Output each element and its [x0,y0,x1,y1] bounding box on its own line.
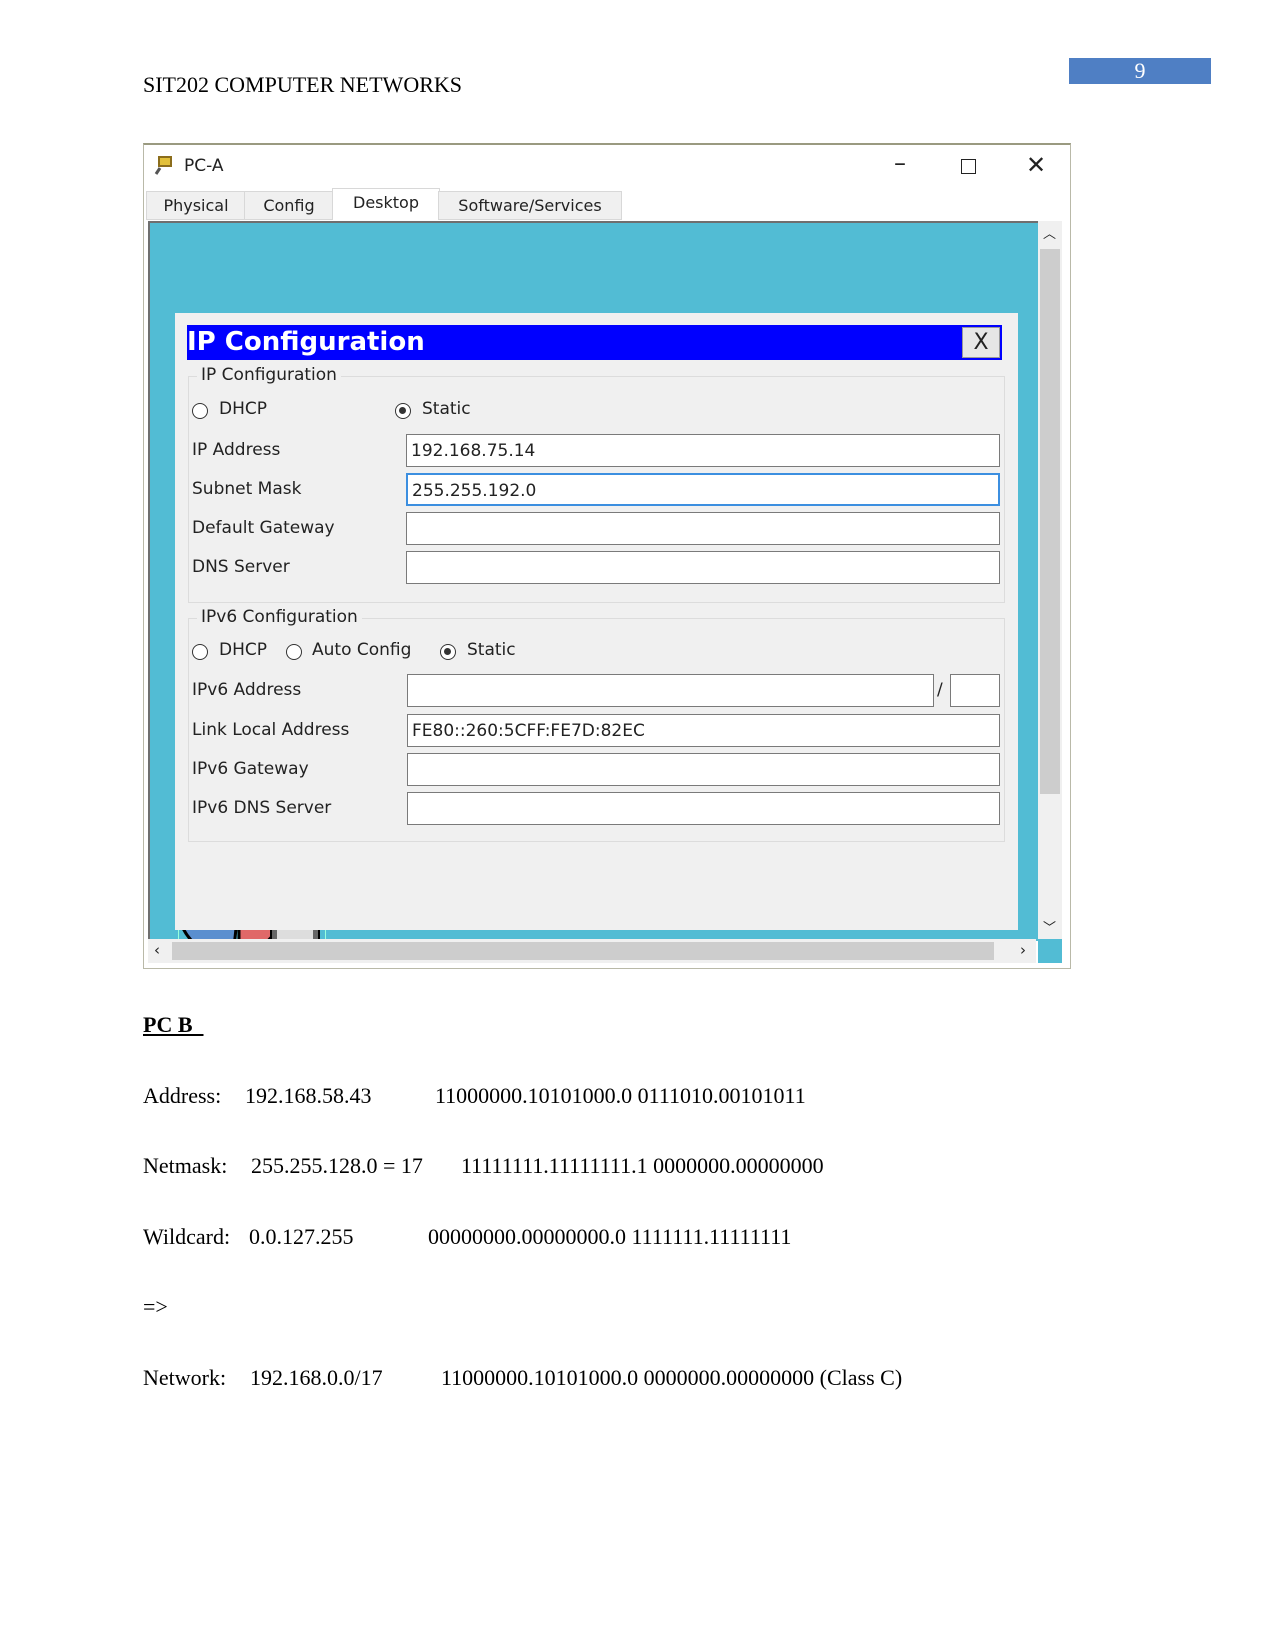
minimize-button[interactable]: – [894,149,906,177]
scroll-right-icon[interactable]: › [1020,941,1026,959]
default-gateway-input[interactable] [406,512,1000,545]
document-page: SIT202 COMPUTER NETWORKS 9 PC-A – ✕ Phys… [0,0,1275,1650]
pc-app-icon [154,154,176,176]
link-local-label: Link Local Address [192,720,350,740]
page-number: 9 [1069,58,1211,84]
ipv6-dns-label: IPv6 DNS Server [192,798,332,818]
netmask-binary: 11111111.11111111.1 0000000.00000000 [461,1153,824,1178]
address-binary: 11000000.10101000.0 0111010.00101011 [435,1083,806,1108]
vertical-scrollbar[interactable]: ︿ ﹀ [1038,221,1062,939]
network-binary: 11000000.10101000.0 0000000.00000000 (Cl… [441,1365,903,1390]
ipv6-static-radio[interactable] [440,644,456,660]
subnet-mask-label: Subnet Mask [192,479,302,499]
scroll-up-icon[interactable]: ︿ [1043,223,1056,242]
dialog-title: IP Configuration [187,327,425,357]
ipv6-prefix-input[interactable] [950,674,1000,707]
link-local-input[interactable]: FE80::260:5CFF:FE7D:82EC [407,714,1000,747]
scroll-corner [1038,939,1062,963]
tab-config[interactable]: Config [244,191,334,220]
ip-address-label: IP Address [192,440,281,460]
wildcard-label: Wildcard: [143,1224,231,1249]
vertical-scroll-thumb[interactable] [1040,249,1060,794]
ipv6-legend: IPv6 Configuration [197,607,362,627]
address-label: Address: [143,1083,222,1108]
ipv6-dhcp-label: DHCP [219,640,267,660]
ipv6-dhcp-radio[interactable] [192,644,208,660]
horizontal-scroll-thumb[interactable] [172,942,994,960]
horizontal-scrollbar[interactable]: ‹ › [148,939,1036,963]
tab-physical[interactable]: Physical [146,191,246,220]
ip-address-input[interactable]: 192.168.75.14 [406,434,1000,467]
network-label: Network: [143,1365,227,1390]
ipv4-dhcp-label: DHCP [219,399,267,419]
scroll-down-icon[interactable]: ﹀ [1043,917,1056,936]
ipv6-auto-config-radio[interactable] [286,644,302,660]
pc-b-heading-text: PC B [143,1012,193,1037]
desktop-area: IP Configuration X IP Configuration DHCP… [148,221,1038,949]
pc-b-heading: PC B [143,1012,204,1038]
ipv6-gateway-input[interactable] [407,753,1000,786]
address-value: 192.168.58.43 [245,1083,372,1108]
ipv4-legend: IP Configuration [197,365,341,385]
dialog-close-button[interactable]: X [962,327,1000,358]
tab-software-services[interactable]: Software/Services [438,191,622,220]
ipv6-static-label: Static [467,640,516,660]
ipv6-gateway-label: IPv6 Gateway [192,759,309,779]
ipv4-static-radio[interactable] [395,403,411,419]
network-value: 192.168.0.0/17 [250,1365,383,1390]
ipv6-address-label: IPv6 Address [192,680,302,700]
default-gateway-label: Default Gateway [192,518,335,538]
ip-configuration-dialog: IP Configuration X IP Configuration DHCP… [175,313,1018,930]
wildcard-binary: 00000000.00000000.0 1111111.11111111 [428,1224,792,1249]
subnet-mask-input[interactable]: 255.255.192.0 [406,473,1000,506]
tab-desktop[interactable]: Desktop [332,188,440,220]
ipv6-dns-input[interactable] [407,792,1000,825]
ipv6-address-input[interactable] [407,674,934,707]
maximize-button[interactable] [961,159,976,174]
ipv6-auto-config-label: Auto Config [312,640,412,660]
window-title: PC-A [184,156,224,176]
dns-server-input[interactable] [406,551,1000,584]
scroll-left-icon[interactable]: ‹ [154,941,160,959]
dns-server-label: DNS Server [192,557,290,577]
ipv4-dhcp-radio[interactable] [192,403,208,419]
header-title: SIT202 COMPUTER NETWORKS [143,72,463,97]
prefix-slash: / [937,680,943,700]
dialog-title-bar: IP Configuration X [187,325,1002,360]
pc-a-window: PC-A – ✕ Physical Config Desktop Softwar… [143,143,1071,969]
arrow-text: => [143,1294,168,1319]
ipv4-static-label: Static [422,399,471,419]
netmask-label: Netmask: [143,1153,228,1178]
netmask-value: 255.255.128.0 = 17 [251,1153,423,1178]
wildcard-value: 0.0.127.255 [249,1224,354,1249]
close-window-button[interactable]: ✕ [1026,151,1046,179]
